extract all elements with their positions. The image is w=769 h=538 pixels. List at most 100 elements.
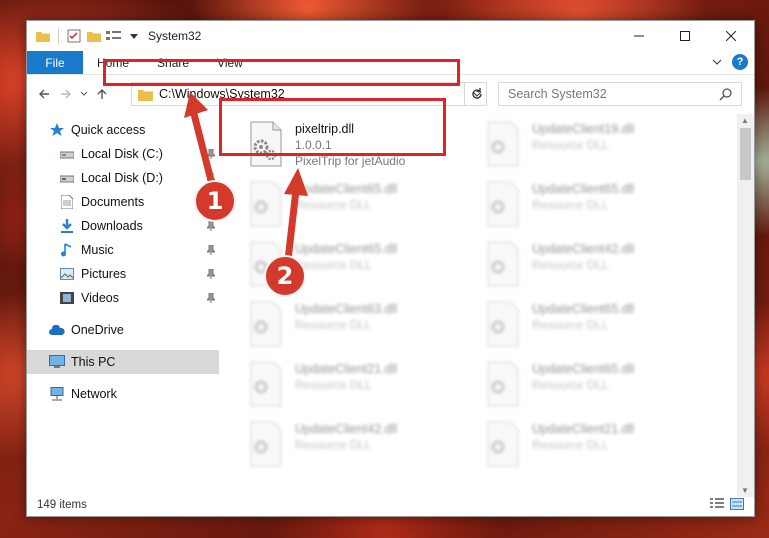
file-name: UpdateClient42.dll (532, 242, 635, 256)
file-item[interactable]: UpdateClient63.dll Resource DLL (247, 299, 477, 353)
file-meta: UpdateClient65.dll Resource DLL (532, 179, 634, 233)
chevron-down-icon (80, 91, 88, 96)
details-view-icon[interactable] (710, 498, 724, 510)
customize-icon[interactable] (106, 28, 122, 44)
sidebar-item-this-pc[interactable]: This PC (27, 350, 219, 374)
file-type: Resource DLL (295, 378, 372, 392)
sidebar-item-label: Documents (81, 195, 145, 209)
close-button[interactable] (708, 21, 754, 51)
sidebar-item-onedrive[interactable]: OneDrive (27, 318, 219, 342)
sidebar-item-label: Pictures (81, 267, 127, 281)
back-button[interactable] (33, 83, 55, 105)
help-icon[interactable]: ? (732, 54, 748, 70)
sidebar-item-videos[interactable]: Videos (27, 286, 219, 310)
file-highlight-box (219, 98, 446, 156)
sidebar-item-network[interactable]: Network (27, 382, 219, 406)
sidebar-item-label: Network (71, 387, 117, 401)
forward-arrow-icon (61, 89, 71, 99)
tiles-view-icon[interactable] (730, 498, 744, 510)
dropdown-icon[interactable] (126, 28, 142, 44)
sidebar-item-label: Quick access (71, 123, 146, 137)
refresh-button[interactable] (464, 82, 488, 106)
dll-file-icon (250, 301, 282, 347)
refresh-icon (471, 88, 482, 99)
tab-file[interactable]: File (27, 51, 83, 74)
recent-locations-button[interactable] (77, 83, 91, 105)
item-count: 149 items (37, 499, 87, 511)
sidebar-item-label: OneDrive (71, 323, 124, 337)
file-name: UpdateClient21.dll (532, 422, 635, 436)
new-folder-icon[interactable] (86, 28, 102, 44)
scroll-thumb[interactable] (740, 128, 751, 180)
star-icon (49, 122, 65, 138)
minimize-icon (634, 35, 644, 37)
file-explorer-window: System32 File Home Share View ? C:\Windo… (26, 20, 755, 517)
minimize-button[interactable] (616, 21, 662, 51)
download-icon (59, 218, 75, 234)
file-item[interactable]: UpdateClient21.dll Resource DLL (484, 419, 714, 473)
folder-icon[interactable] (35, 28, 51, 44)
view-switcher (710, 498, 744, 510)
file-meta: UpdateClient21.dll Resource DLL (295, 359, 397, 413)
file-item[interactable]: UpdateClient21.dll Resource DLL (247, 359, 477, 413)
dll-file-icon (250, 361, 282, 407)
sidebar-item-label: Downloads (81, 219, 143, 233)
file-item[interactable]: UpdateClient42.dll Resource DLL (247, 419, 477, 473)
sidebar-item-pictures[interactable]: Pictures (27, 262, 219, 286)
search-input[interactable]: Search System32 (498, 82, 742, 106)
file-name: UpdateClient21.dll (295, 362, 398, 376)
file-item[interactable]: UpdateClient65.dll Resource DLL (484, 359, 714, 413)
forward-button[interactable] (55, 83, 77, 105)
file-meta: UpdateClient42.dll Resource DLL (295, 419, 397, 473)
file-description: PixelTrip for jetAudio (295, 154, 406, 168)
file-type: Resource DLL (532, 138, 609, 152)
status-bar: 149 items (27, 494, 754, 516)
file-name: UpdateClient65.dll (532, 362, 635, 376)
file-meta: UpdateClient63.dll Resource DLL (295, 299, 397, 353)
file-item[interactable]: UpdateClient65.dll Resource DLL (484, 299, 714, 353)
ribbon-right: ? (712, 54, 748, 70)
dll-file-icon (487, 241, 519, 287)
file-name: UpdateClient65.dll (532, 182, 635, 196)
file-type: Resource DLL (532, 318, 609, 332)
file-meta: UpdateClient65.dll Resource DLL (532, 299, 634, 353)
scroll-up-icon[interactable]: ▲ (741, 116, 749, 125)
title-bar: System32 (27, 21, 754, 51)
file-name: UpdateClient19.dll (532, 122, 635, 136)
file-item[interactable]: UpdateClient19.dll Resource DLL (484, 119, 714, 173)
drive-icon (59, 170, 75, 186)
music-icon (59, 242, 75, 258)
sidebar-item-label: Videos (81, 291, 119, 305)
dll-file-icon (487, 121, 519, 167)
file-name: UpdateClient65.dll (532, 302, 635, 316)
video-icon (59, 290, 75, 306)
back-arrow-icon (39, 89, 49, 99)
quick-access-toolbar (27, 28, 142, 44)
up-button[interactable] (91, 83, 113, 105)
picture-icon (59, 266, 75, 282)
dll-file-icon (487, 421, 519, 467)
window-controls (616, 21, 754, 51)
sidebar-item-downloads[interactable]: Downloads (27, 214, 219, 238)
file-item[interactable]: UpdateClient65.dll Resource DLL (484, 179, 714, 233)
arrow-annotation-2 (284, 168, 308, 264)
pin-icon (207, 245, 215, 255)
vertical-scrollbar[interactable]: ▲ ▼ (737, 114, 754, 497)
pin-icon (207, 221, 215, 231)
maximize-icon (680, 31, 690, 41)
dll-file-icon (250, 421, 282, 467)
window-title: System32 (148, 29, 202, 43)
folder-icon (138, 89, 153, 101)
properties-icon[interactable] (66, 28, 82, 44)
pin-icon (207, 293, 215, 303)
search-icon (719, 88, 732, 101)
file-item[interactable]: UpdateClient42.dll Resource DLL (484, 239, 714, 293)
expand-ribbon-icon[interactable] (712, 58, 722, 66)
dll-file-icon (487, 361, 519, 407)
file-meta: UpdateClient19.dll Resource DLL (532, 119, 634, 173)
step-badge-2: 2 (264, 255, 306, 297)
sidebar-item-music[interactable]: Music (27, 238, 219, 262)
maximize-button[interactable] (662, 21, 708, 51)
